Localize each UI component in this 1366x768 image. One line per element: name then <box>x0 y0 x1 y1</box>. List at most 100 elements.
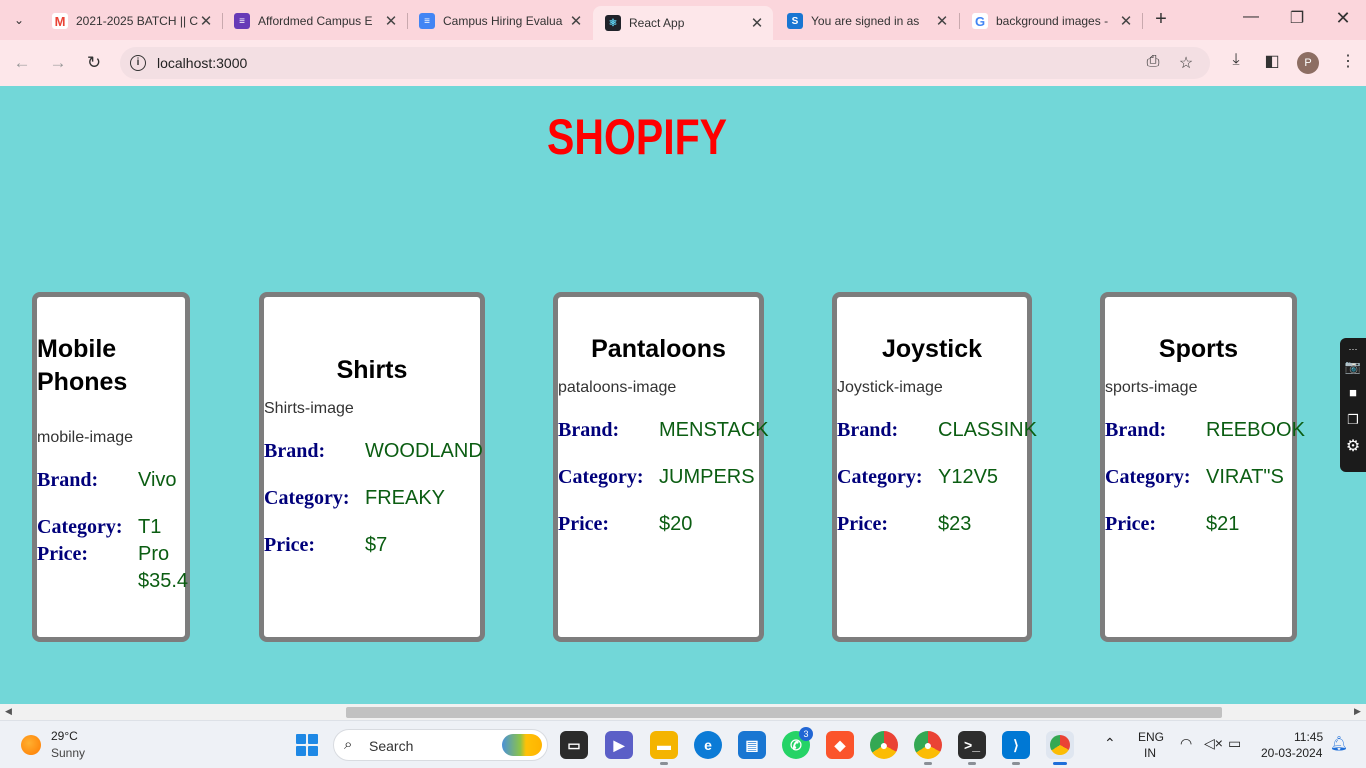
url-text[interactable]: localhost:3000 <box>157 55 247 71</box>
battery-icon[interactable]: ▭ <box>1228 735 1241 752</box>
taskbar-search[interactable]: ⌕ Search <box>333 729 548 761</box>
new-tab-plus-icon[interactable]: + <box>1150 8 1172 31</box>
category-label: Category: <box>1105 466 1191 488</box>
side-panel-icon[interactable]: ◧ <box>1260 51 1284 71</box>
product-image-placeholder: mobile-image <box>37 429 134 446</box>
brand-value: WOODLAND <box>365 440 483 462</box>
menu-kebab-icon[interactable]: ⋮ <box>1336 51 1360 71</box>
card-title: Pantaloons <box>591 335 726 363</box>
command-prompt-icon[interactable]: >_ <box>958 731 986 765</box>
page-viewport: SHOPIFY Mobile Phones mobile-image Brand… <box>0 86 1366 704</box>
wifi-icon[interactable]: ◠ <box>1180 735 1192 752</box>
brand-label: Brand: <box>837 419 899 441</box>
weather-condition[interactable]: Sunny <box>51 746 85 760</box>
address-bar[interactable]: i localhost:3000 ⎙ ☆ <box>120 47 1210 79</box>
vscode-icon[interactable]: ⟩ <box>1002 731 1030 765</box>
card-title: Mobile Phones <box>37 335 128 396</box>
site-info-icon[interactable]: i <box>130 55 146 71</box>
gmail-icon: M <box>52 13 68 29</box>
search-icon: ⌕ <box>344 736 353 753</box>
close-icon[interactable]: ✕ <box>198 12 214 30</box>
category-value: FREAKY <box>365 487 446 509</box>
whatsapp-icon[interactable]: ✆ 3 <box>782 727 813 759</box>
scroll-right-icon[interactable]: ▶ <box>1354 706 1361 717</box>
profile-avatar[interactable]: P <box>1297 52 1319 74</box>
close-icon[interactable]: ✕ <box>934 12 950 30</box>
close-window-icon[interactable]: ✕ <box>1328 8 1358 29</box>
price-value: $20 <box>659 513 693 535</box>
brand-row: Brand: CLASSINK <box>837 417 1037 444</box>
brand-label: Brand: <box>264 440 326 462</box>
category-row: Category: JUMPERS <box>558 464 759 491</box>
minimize-icon[interactable]: — <box>1236 8 1266 26</box>
category-row: Category: Y12V5 <box>837 464 1027 491</box>
price-value: $7 <box>365 534 388 556</box>
region-indicator[interactable]: IN <box>1144 746 1156 760</box>
weather-sun-icon[interactable] <box>21 735 41 755</box>
back-arrow-icon[interactable]: ← <box>10 51 34 75</box>
scrollbar-thumb[interactable] <box>346 707 1222 718</box>
language-indicator[interactable]: ENG <box>1138 730 1164 744</box>
price-label: Price: <box>1105 513 1157 535</box>
tab-react-app[interactable]: ⚛ React App ✕ <box>593 6 773 40</box>
price-spacer <box>37 568 138 595</box>
card-title: Joystick <box>881 335 983 363</box>
category-row: Category: VIRAT"S <box>1105 464 1292 491</box>
weather-temperature[interactable]: 29°C <box>51 729 78 743</box>
chrome-icon[interactable]: ● <box>870 731 898 759</box>
tab-signed-in[interactable]: S You are signed in as ✕ <box>775 6 958 36</box>
close-icon[interactable]: ✕ <box>383 12 399 30</box>
tab-title: Campus Hiring Evalua <box>443 14 563 28</box>
brave-browser-icon[interactable]: ◆ <box>826 731 854 759</box>
category-value: JUMPERS <box>659 466 755 488</box>
price-label: Price: <box>264 534 316 556</box>
windows-icon[interactable]: ❐ <box>1344 411 1362 429</box>
settings-gear-icon[interactable]: ⚙ <box>1344 438 1362 456</box>
docs-icon: ≡ <box>419 13 435 29</box>
reload-icon[interactable]: ↻ <box>82 51 106 75</box>
notification-bell-icon[interactable]: 🔔︎ <box>1330 735 1348 752</box>
brand-value: MENSTACK <box>659 419 769 441</box>
tab-background-images[interactable]: G background images - ✕ <box>960 6 1142 36</box>
close-icon[interactable]: ✕ <box>1118 12 1134 30</box>
close-icon[interactable]: ✕ <box>568 12 584 30</box>
category-value: T1 Pro <box>138 516 170 565</box>
scroll-left-icon[interactable]: ◀ <box>5 706 12 717</box>
brand-value: REEBOOK <box>1206 419 1305 441</box>
tab-search-chevron-icon[interactable]: ⌄ <box>6 7 32 33</box>
price-row: Price: $20 <box>558 511 759 538</box>
camera-icon[interactable]: 📷 <box>1344 358 1362 376</box>
bookmark-star-icon[interactable]: ☆ <box>1175 53 1197 73</box>
file-explorer-icon[interactable]: ▬ <box>650 731 678 765</box>
category-label: Category: <box>837 466 923 488</box>
downloads-icon[interactable]: ⤓ <box>1224 51 1248 69</box>
tray-chevron-icon[interactable]: ⌃ <box>1104 735 1116 752</box>
price-value: $21 <box>1206 513 1240 535</box>
horizontal-scrollbar[interactable]: ◀ ▶ <box>0 704 1366 720</box>
brand-row: Brand: WOODLAND <box>264 438 483 465</box>
chrome-active-icon[interactable] <box>1046 731 1074 765</box>
brand-row: Brand: REEBOOK <box>1105 417 1305 444</box>
video-icon[interactable]: ■ <box>1344 384 1362 402</box>
close-icon[interactable]: ✕ <box>749 14 765 32</box>
volume-muted-icon[interactable]: ◁× <box>1204 735 1223 752</box>
toolbar-options-icon[interactable]: ⋯ <box>1344 340 1362 358</box>
restore-icon[interactable]: ❐ <box>1282 8 1312 28</box>
store-app-icon[interactable]: ▤ <box>738 731 766 759</box>
tab-gmail[interactable]: M 2021-2025 BATCH || C ✕ <box>40 6 222 36</box>
capture-toolbar: ⋯ 📷 ■ ❐ ⚙ <box>1340 338 1366 472</box>
edge-browser-icon[interactable]: e <box>694 731 722 759</box>
product-card: Pantaloons pataloons-image Brand: MENSTA… <box>553 292 769 642</box>
windows-start-icon[interactable] <box>296 734 318 756</box>
forward-arrow-icon[interactable]: → <box>46 51 70 75</box>
clock-date[interactable]: 20-03-2024 <box>1261 746 1322 760</box>
chrome-profile-icon[interactable]: ● <box>914 731 942 765</box>
tab-campus-hiring[interactable]: ≡ Campus Hiring Evalua ✕ <box>407 6 592 36</box>
tab-title: background images - <box>996 14 1109 28</box>
clock-time[interactable]: 11:45 <box>1294 730 1323 744</box>
product-card: Joystick Joystick-image Brand: CLASSINK … <box>832 292 1037 642</box>
terminal-app-icon[interactable]: ▭ <box>560 731 588 759</box>
tab-affordmed[interactable]: ≡ Affordmed Campus E ✕ <box>222 6 407 36</box>
meet-app-icon[interactable]: ▶ <box>605 731 633 759</box>
install-app-icon[interactable]: ⎙ <box>1142 53 1164 71</box>
